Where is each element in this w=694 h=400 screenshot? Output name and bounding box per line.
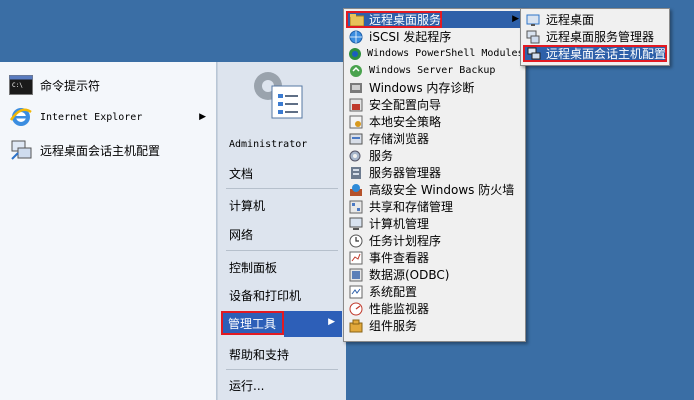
admin-item-powershell[interactable]: Windows PowerShell Modules bbox=[346, 45, 524, 62]
admin-item-label: 任务计划程序 bbox=[369, 234, 442, 248]
command-prompt-icon: C:\ bbox=[8, 73, 34, 97]
component-icon bbox=[348, 319, 364, 333]
admin-item-label: 共享和存储管理 bbox=[369, 200, 454, 214]
start-menu-right-pane: Administrator 文档 计算机 网络 控制面板 设备和打印机 管理工具… bbox=[217, 62, 346, 400]
memory-icon bbox=[348, 81, 364, 95]
separator bbox=[226, 250, 338, 251]
pinned-label: 命令提示符 bbox=[40, 78, 101, 93]
start-menu-left-pane: C:\ 命令提示符 Internet Explorer ▶ 远程桌面会话主机配置 bbox=[0, 62, 217, 400]
odbc-icon bbox=[348, 268, 364, 282]
computer-link[interactable]: 计算机 bbox=[222, 193, 342, 217]
admin-item-event-viewer[interactable]: 事件查看器 bbox=[346, 249, 523, 266]
pinned-remote-desktop-config[interactable]: 远程桌面会话主机配置 bbox=[4, 136, 212, 164]
admin-item-label: Windows Server Backup bbox=[369, 65, 496, 76]
admin-item-storage-explorer[interactable]: 存储浏览器 bbox=[346, 130, 523, 147]
admin-tools-menu: 远程桌面服务 ▶ iSCSI 发起程序 Windows PowerShell M… bbox=[343, 8, 526, 342]
admin-item-label: Windows PowerShell Modules bbox=[367, 48, 524, 59]
policy-icon bbox=[348, 115, 364, 129]
rd-item-session-host-config[interactable]: 远程桌面会话主机配置 bbox=[523, 45, 667, 62]
network-link[interactable]: 网络 bbox=[222, 222, 342, 246]
rd-item-label: 远程桌面会话主机配置 bbox=[546, 47, 667, 61]
admin-item-remote-desktop-services[interactable]: 远程桌面服务 bbox=[346, 11, 442, 28]
admin-item-security-wizard[interactable]: 安全配置向导 bbox=[346, 96, 523, 113]
firewall-icon bbox=[348, 183, 364, 197]
admin-item-label: 计算机管理 bbox=[369, 217, 430, 231]
admin-item-server-manager[interactable]: 服务器管理器 bbox=[346, 164, 523, 181]
active-row-highlight: ▶ bbox=[442, 11, 523, 28]
admin-tools-avatar-icon bbox=[248, 64, 312, 122]
admin-item-label: 本地安全策略 bbox=[369, 115, 442, 129]
admin-item-label: 事件查看器 bbox=[369, 251, 430, 265]
pinned-label: 远程桌面会话主机配置 bbox=[40, 143, 161, 158]
event-viewer-icon bbox=[348, 251, 364, 265]
server-manager-icon bbox=[348, 166, 364, 180]
admin-item-label: 数据源(ODBC) bbox=[369, 268, 450, 282]
admin-item-share-storage[interactable]: 共享和存储管理 bbox=[346, 198, 523, 215]
security-wizard-icon bbox=[348, 98, 364, 112]
services-icon bbox=[348, 149, 364, 163]
rd-item-remote-desktop[interactable]: 远程桌面 bbox=[523, 11, 667, 28]
backup-icon bbox=[348, 64, 364, 78]
admin-item-component-services[interactable]: 组件服务 bbox=[346, 317, 523, 334]
documents-link[interactable]: 文档 bbox=[222, 161, 342, 185]
admin-tools-link[interactable]: 管理工具 bbox=[221, 311, 284, 335]
admin-item-label: 服务 bbox=[369, 149, 394, 163]
rds-manager-icon bbox=[525, 30, 541, 44]
submenu-arrow-icon: ▶ bbox=[512, 14, 519, 24]
submenu-arrow-icon: ▶ bbox=[199, 112, 206, 122]
admin-item-memory-diagnostic[interactable]: Windows 内存诊断 bbox=[346, 79, 523, 96]
admin-tools-highlight: ▶ bbox=[284, 311, 342, 337]
pinned-command-prompt[interactable]: C:\ 命令提示符 bbox=[4, 71, 212, 99]
admin-item-label: Windows 内存诊断 bbox=[369, 81, 475, 95]
share-icon bbox=[348, 200, 364, 214]
admin-item-label: iSCSI 发起程序 bbox=[369, 30, 452, 44]
admin-item-firewall[interactable]: 高级安全 Windows 防火墙 bbox=[346, 181, 523, 198]
globe-icon bbox=[348, 30, 364, 44]
admin-item-performance-monitor[interactable]: 性能监视器 bbox=[346, 300, 523, 317]
rd-item-label: 远程桌面 bbox=[546, 13, 595, 27]
admin-item-label: 系统配置 bbox=[369, 285, 418, 299]
admin-item-system-config[interactable]: 系统配置 bbox=[346, 283, 523, 300]
storage-icon bbox=[348, 132, 364, 146]
user-name[interactable]: Administrator bbox=[222, 132, 342, 156]
admin-item-label: 服务器管理器 bbox=[369, 166, 442, 180]
svg-text:C:\: C:\ bbox=[12, 82, 23, 89]
remote-desktop-config-icon bbox=[8, 138, 34, 162]
admin-item-label: 高级安全 Windows 防火墙 bbox=[369, 183, 515, 197]
pinned-internet-explorer[interactable]: Internet Explorer ▶ bbox=[4, 103, 212, 131]
remote-desktop-icon bbox=[525, 13, 541, 27]
performance-icon bbox=[348, 302, 364, 316]
admin-item-services[interactable]: 服务 bbox=[346, 147, 523, 164]
internet-explorer-icon bbox=[8, 105, 34, 129]
admin-item-label: 存储浏览器 bbox=[369, 132, 430, 146]
clock-icon bbox=[348, 234, 364, 248]
rd-item-label: 远程桌面服务管理器 bbox=[546, 30, 655, 44]
admin-item-label: 远程桌面服务 bbox=[369, 13, 442, 27]
admin-item-iscsi[interactable]: iSCSI 发起程序 bbox=[346, 28, 523, 45]
admin-item-label: 组件服务 bbox=[369, 319, 418, 333]
system-config-icon bbox=[348, 285, 364, 299]
rd-item-services-manager[interactable]: 远程桌面服务管理器 bbox=[523, 28, 667, 45]
admin-item-label: 安全配置向导 bbox=[369, 98, 442, 112]
separator bbox=[226, 369, 338, 370]
run-link[interactable]: 运行... bbox=[222, 373, 342, 397]
admin-tools-label: 管理工具 bbox=[228, 316, 277, 331]
computer-management-icon bbox=[348, 217, 364, 231]
admin-item-server-backup[interactable]: Windows Server Backup bbox=[346, 62, 523, 79]
pinned-label: Internet Explorer bbox=[40, 111, 143, 123]
admin-item-label: 性能监视器 bbox=[369, 302, 430, 316]
admin-item-computer-management[interactable]: 计算机管理 bbox=[346, 215, 523, 232]
submenu-arrow-icon: ▶ bbox=[328, 317, 335, 327]
admin-item-local-security-policy[interactable]: 本地安全策略 bbox=[346, 113, 523, 130]
help-support-link[interactable]: 帮助和支持 bbox=[222, 342, 342, 366]
separator bbox=[226, 188, 338, 189]
powershell-icon bbox=[348, 47, 362, 61]
remote-desktop-submenu: 远程桌面 远程桌面服务管理器 远程桌面会话主机配置 bbox=[520, 8, 670, 66]
control-panel-link[interactable]: 控制面板 bbox=[222, 255, 342, 279]
rd-session-host-icon bbox=[527, 47, 541, 61]
devices-printers-link[interactable]: 设备和打印机 bbox=[222, 283, 342, 307]
admin-item-task-scheduler[interactable]: 任务计划程序 bbox=[346, 232, 523, 249]
folder-icon bbox=[350, 13, 364, 27]
admin-item-odbc[interactable]: 数据源(ODBC) bbox=[346, 266, 523, 283]
